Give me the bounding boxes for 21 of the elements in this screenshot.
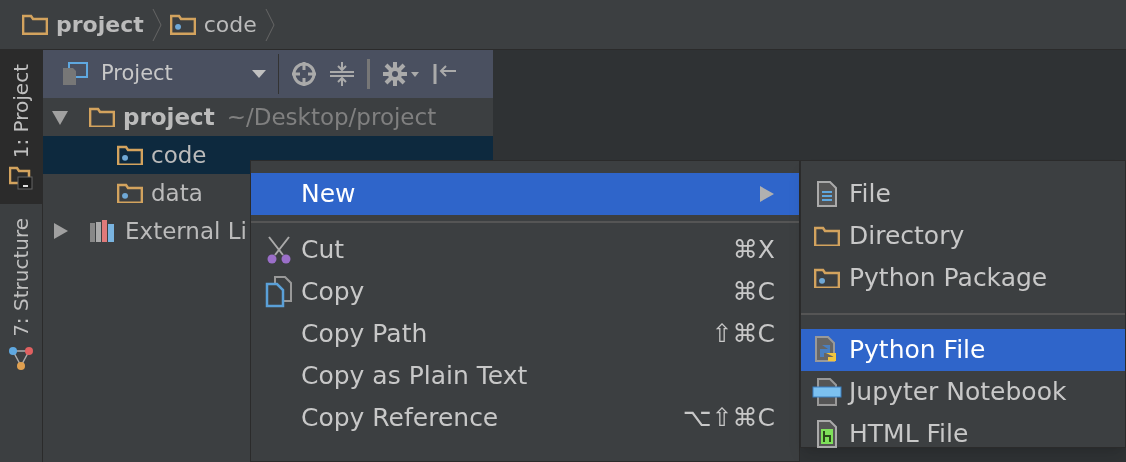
shortcut-label: ⌥⇧⌘C xyxy=(682,402,775,435)
menu-item-label: Copy Reference xyxy=(301,402,499,435)
menu-item-label: HTML File xyxy=(849,418,969,451)
tree-path: ~/Desktop/project xyxy=(226,102,437,132)
menu-item-label: Python File xyxy=(849,334,986,367)
tree-label: data xyxy=(151,178,203,208)
shortcut-label: ⌘C xyxy=(732,276,775,309)
menu-item-label: Copy as Plain Text xyxy=(301,360,528,393)
tree-label: project xyxy=(123,102,215,132)
menu-item-label: Copy xyxy=(301,276,365,309)
menu-item-label: New xyxy=(301,178,356,211)
tree-label: code xyxy=(151,140,207,170)
menu-item-label: Copy Path xyxy=(301,318,428,351)
menu-item-label: File xyxy=(849,178,891,211)
menu-item-label: Jupyter Notebook xyxy=(849,376,1067,409)
shortcut-label: ⌘X xyxy=(732,234,775,267)
shortcut-label: ⇧⌘C xyxy=(711,318,775,351)
menu-item-label: Directory xyxy=(849,220,965,253)
menu-item-label: Python Package xyxy=(849,262,1048,295)
tree-label: External Li xyxy=(125,216,247,246)
menu-item-label: Cut xyxy=(301,234,345,267)
